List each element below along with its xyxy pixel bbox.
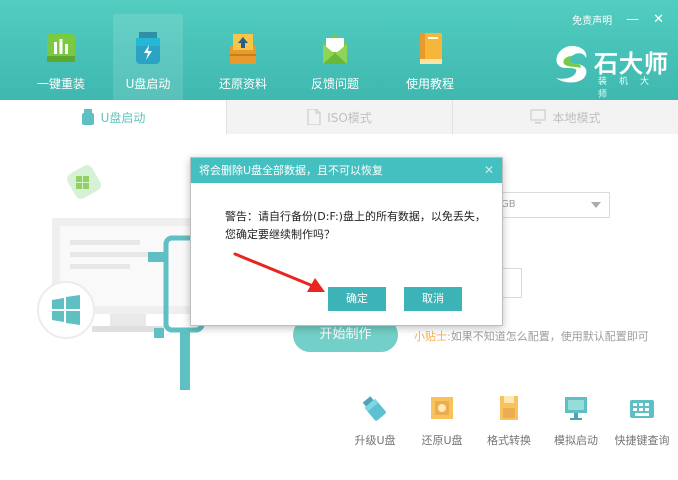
brand-logo-block: 石大师 装机大师 bbox=[550, 40, 670, 100]
nav-one-click-reinstall[interactable]: 一键重装 bbox=[26, 20, 96, 100]
cancel-button[interactable]: 取消 bbox=[404, 287, 462, 311]
dialog-warning-line: 警告：请自行备份(D:F:)盘上的所有数据，以免丢失， bbox=[225, 210, 486, 223]
nav-feedback[interactable]: 反馈问题 bbox=[300, 20, 370, 100]
book-icon bbox=[420, 33, 442, 64]
dialog-message: 警告：请自行备份(D:F:)盘上的所有数据，以免丢失， 您确定要继续制作吗？ bbox=[225, 208, 495, 244]
close-button[interactable]: ✕ bbox=[653, 12, 664, 27]
restore-box-icon bbox=[230, 34, 256, 64]
window-controls: 免责声明 — ✕ bbox=[572, 12, 664, 27]
brand-subtitle: 装机大师 bbox=[598, 77, 662, 100]
dialog-title: 将会删除U盘全部数据，且不可以恢复 bbox=[191, 158, 502, 183]
disclaimer-link[interactable]: 免责声明 bbox=[572, 12, 612, 27]
mail-icon bbox=[323, 34, 347, 64]
brand-logo-icon bbox=[556, 46, 587, 83]
usb-drive-icon bbox=[136, 32, 160, 64]
nav-label: 反馈问题 bbox=[310, 77, 359, 91]
nav-usb-boot[interactable]: U盘启动 bbox=[113, 14, 183, 100]
nav-tutorial[interactable]: 使用教程 bbox=[395, 20, 465, 100]
minimize-button[interactable]: — bbox=[626, 12, 639, 27]
nav-label: 一键重装 bbox=[36, 77, 85, 91]
nav-restore-data[interactable]: 还原资料 bbox=[208, 20, 278, 100]
bar-chart-icon bbox=[47, 34, 75, 62]
header-bar: 一键重装 U盘启动 还原资料 反馈问题 使用教程 免责声明 — ✕ 石大师 装机… bbox=[0, 0, 678, 100]
app-window: 一键重装 U盘启动 还原资料 反馈问题 使用教程 免责声明 — ✕ 石大师 装机… bbox=[0, 0, 678, 480]
nav-label: U盘启动 bbox=[125, 77, 171, 91]
dialog-close-button[interactable]: ✕ bbox=[484, 158, 494, 183]
nav-label: 使用教程 bbox=[405, 77, 454, 91]
dialog-question-line: 您确定要继续制作吗？ bbox=[225, 228, 335, 241]
nav-label: 还原资料 bbox=[218, 77, 267, 91]
red-pointer-arrow-icon bbox=[233, 252, 325, 292]
